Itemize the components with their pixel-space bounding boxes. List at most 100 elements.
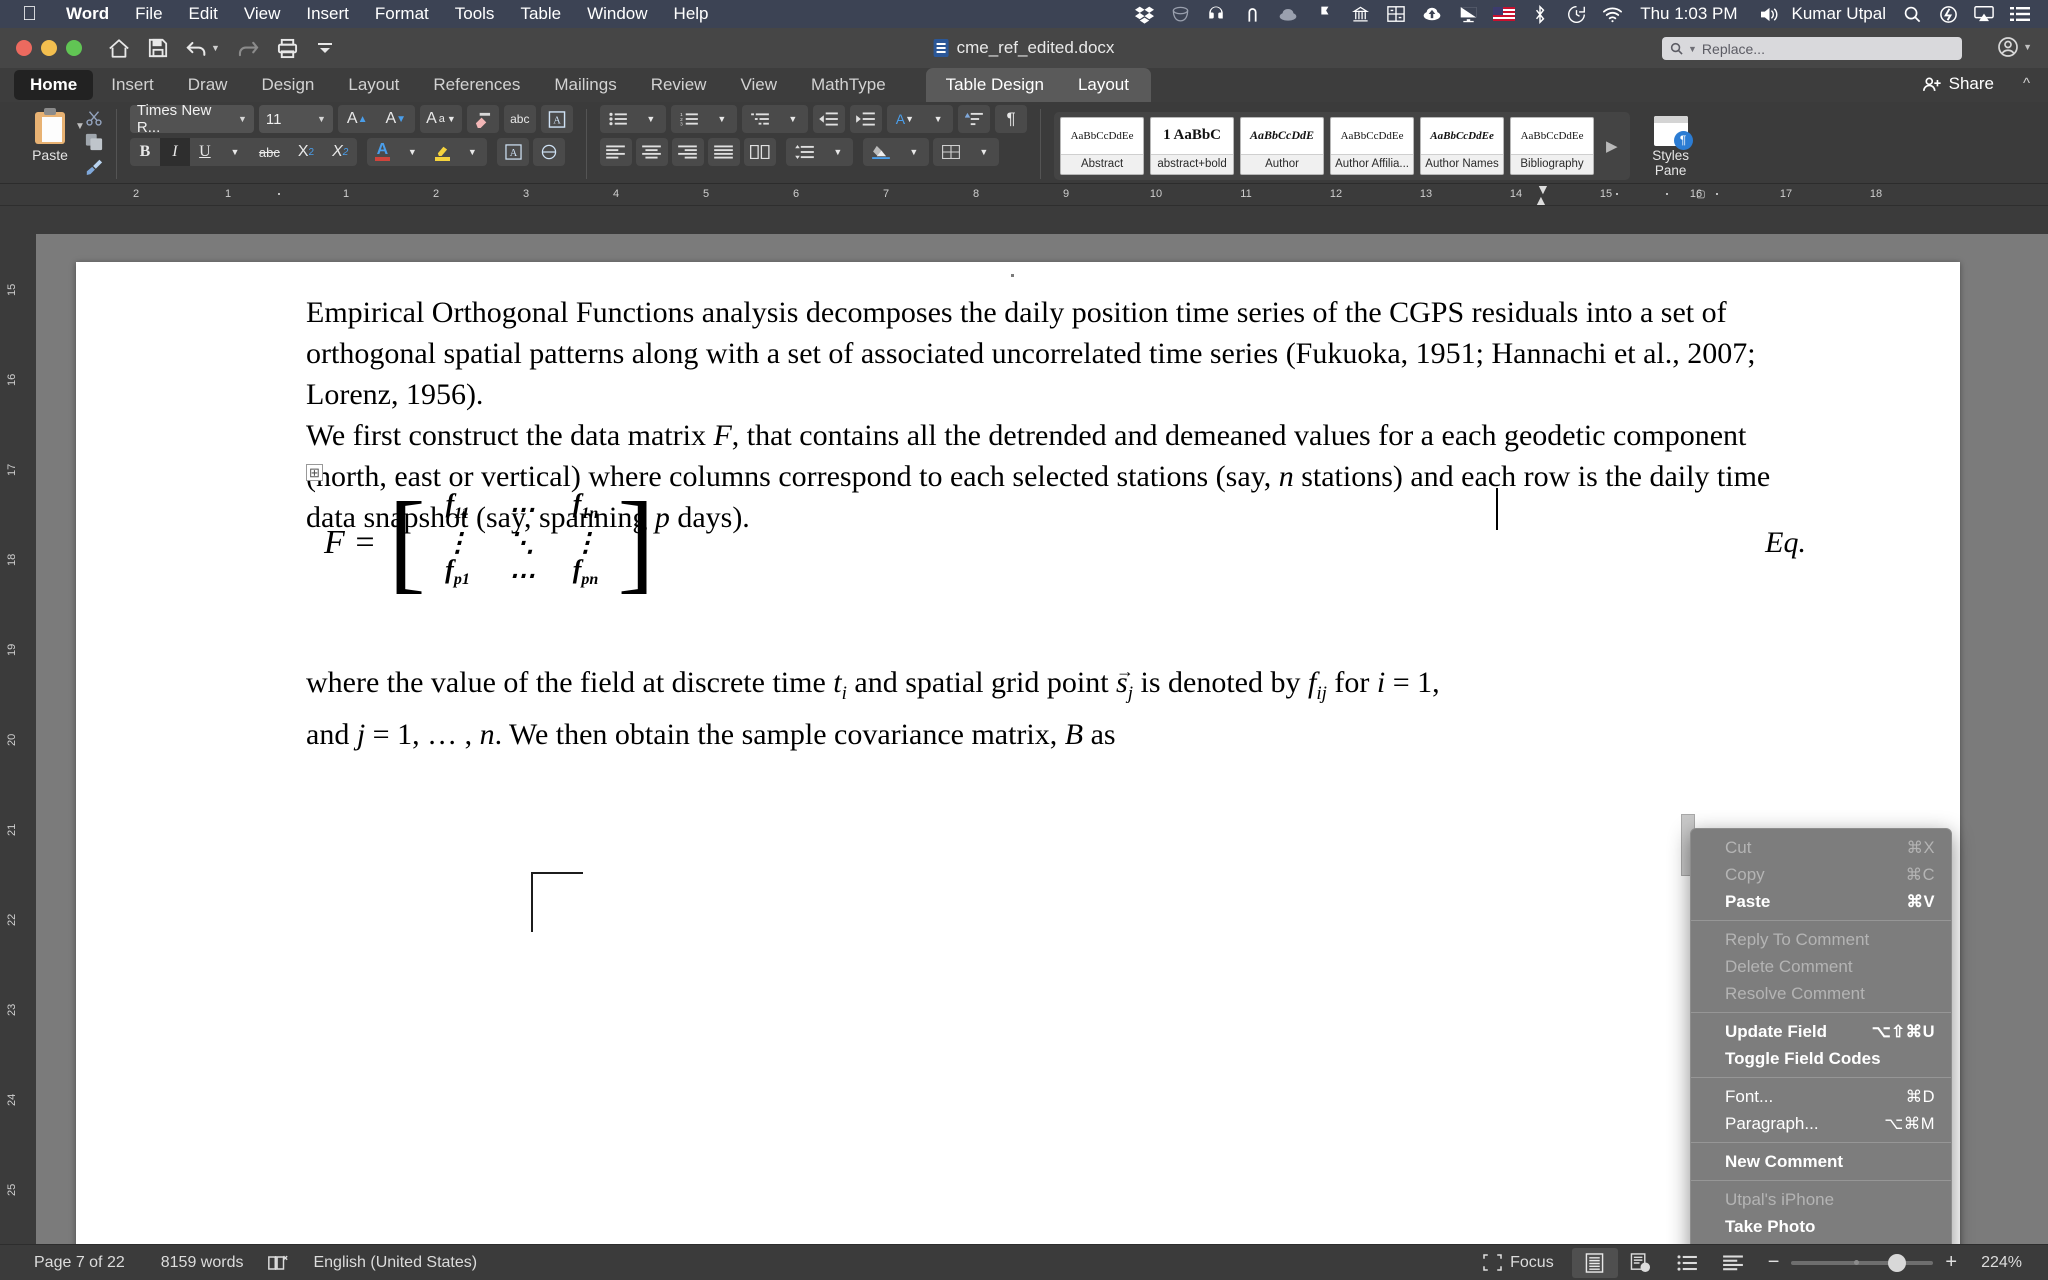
undo-icon[interactable]: ▼ (186, 39, 220, 58)
menu-item-update-field[interactable]: Update Field ⌥⇧⌘U (1691, 1018, 1951, 1045)
tab-draw[interactable]: Draw (172, 70, 244, 100)
search-input[interactable]: ▼ Replace... (1662, 37, 1962, 60)
numbering-dropdown-icon[interactable]: ▼ (707, 105, 737, 133)
format-painter-icon[interactable] (85, 157, 103, 178)
align-center-icon[interactable] (636, 138, 668, 166)
upload-cloud-icon[interactable] (1414, 0, 1450, 28)
style-author-affiliation[interactable]: AaBbCcDdEe Author Affilia... (1330, 117, 1414, 175)
window-split-icon[interactable] (1378, 0, 1414, 28)
wifi-icon[interactable] (1594, 0, 1630, 28)
columns-icon[interactable] (744, 138, 776, 166)
tab-insert[interactable]: Insert (95, 70, 170, 100)
pilcrow-icon[interactable]: ¶ (995, 105, 1027, 133)
menu-item-scan-documents[interactable]: Scan Documents (1691, 1240, 1951, 1244)
tab-mailings[interactable]: Mailings (538, 70, 632, 100)
home-icon[interactable] (108, 38, 130, 59)
text-effects-icon[interactable]: A (541, 105, 573, 133)
vertical-ruler[interactable]: 15 16 17 18 19 20 21 22 23 24 25 (0, 234, 36, 1244)
menu-tools[interactable]: Tools (442, 4, 508, 24)
borders-dropdown-icon[interactable]: ▼ (969, 138, 999, 166)
proofing-errors-icon[interactable] (261, 1254, 295, 1272)
draft-view-icon[interactable] (1710, 1248, 1756, 1278)
menu-item-copy[interactable]: Copy ⌘C (1691, 861, 1951, 888)
menu-item-reply-to-comment[interactable]: Reply To Comment (1691, 926, 1951, 953)
tab-table-layout[interactable]: Layout (1062, 70, 1145, 100)
menu-window[interactable]: Window (574, 4, 660, 24)
search-icon[interactable] (1894, 0, 1930, 28)
abc-icon[interactable]: abc (504, 105, 536, 133)
styles-pane-button[interactable]: ¶ Styles Pane (1638, 114, 1704, 178)
control-center-icon[interactable] (2002, 0, 2038, 28)
highlight-icon[interactable] (427, 138, 457, 166)
menu-item-delete-comment[interactable]: Delete Comment (1691, 953, 1951, 980)
italic-button[interactable]: I (160, 138, 190, 166)
tab-view[interactable]: View (724, 70, 793, 100)
tab-review[interactable]: Review (635, 70, 723, 100)
menu-bar-clock[interactable]: Thu 1:03 PM (1630, 4, 1751, 24)
borders-icon[interactable] (933, 138, 969, 166)
justify-icon[interactable] (708, 138, 740, 166)
bullets-icon[interactable] (600, 105, 636, 133)
share-button[interactable]: Share (1922, 74, 1994, 94)
menu-edit[interactable]: Edit (176, 4, 231, 24)
tab-home[interactable]: Home (14, 70, 93, 100)
print-layout-icon[interactable] (1572, 1248, 1618, 1278)
tab-mathtype[interactable]: MathType (795, 70, 902, 100)
maximize-button[interactable] (66, 40, 82, 56)
shading-icon[interactable] (863, 138, 899, 166)
underline-dropdown-icon[interactable]: ▼ (220, 138, 250, 166)
bucket-icon[interactable] (1162, 0, 1198, 28)
sort-text-icon[interactable]: A▼ (887, 105, 923, 133)
tab-table-design[interactable]: Table Design (930, 70, 1060, 100)
multilevel-dropdown-icon[interactable]: ▼ (778, 105, 808, 133)
tab-references[interactable]: References (417, 70, 536, 100)
align-left-icon[interactable] (600, 138, 632, 166)
web-layout-icon[interactable] (1618, 1248, 1664, 1278)
account-icon[interactable]: ▼ (1997, 36, 2032, 58)
chevron-up-icon[interactable]: ^ (2023, 75, 2030, 92)
scissors-icon[interactable] (85, 109, 103, 130)
bold-button[interactable]: B (130, 138, 160, 166)
time-machine-icon[interactable] (1558, 0, 1594, 28)
menu-table[interactable]: Table (507, 4, 574, 24)
change-case-icon[interactable]: Aa▼ (420, 105, 462, 133)
shading-dropdown-icon[interactable]: ▼ (899, 138, 929, 166)
bank-icon[interactable] (1342, 0, 1378, 28)
word-count[interactable]: 8159 words (143, 1254, 262, 1272)
subscript-button[interactable]: X2 (289, 138, 323, 166)
highlight-dropdown-icon[interactable]: ▼ (457, 138, 487, 166)
zoom-out-button[interactable]: − (1768, 1251, 1780, 1274)
character-border-icon[interactable]: A (497, 138, 529, 166)
close-button[interactable] (16, 40, 32, 56)
style-author-names[interactable]: AaBbCcDdEe Author Names (1420, 117, 1504, 175)
numbering-icon[interactable]: 123 (671, 105, 707, 133)
strikethrough-button[interactable]: abc (250, 138, 289, 166)
sort-text-dropdown-icon[interactable]: ▼ (923, 105, 953, 133)
indent-marker-bottom-icon[interactable]: ▲ (1534, 192, 1548, 208)
zoom-in-button[interactable]: + (1945, 1251, 1957, 1274)
outline-view-icon[interactable] (1664, 1248, 1710, 1278)
screen-share-icon[interactable] (1450, 0, 1486, 28)
menu-format[interactable]: Format (362, 4, 442, 24)
menu-help[interactable]: Help (661, 4, 722, 24)
multilevel-list-icon[interactable] (742, 105, 778, 133)
cloud-icon[interactable] (1270, 0, 1306, 28)
magnet-icon[interactable] (1234, 0, 1270, 28)
menu-item-take-photo[interactable]: Take Photo (1691, 1213, 1951, 1240)
align-right-icon[interactable] (672, 138, 704, 166)
menu-item-toggle-field-codes[interactable]: Toggle Field Codes (1691, 1045, 1951, 1072)
font-color-dropdown-icon[interactable]: ▼ (397, 138, 427, 166)
zoom-slider-knob[interactable] (1888, 1254, 1906, 1272)
style-bibliography[interactable]: AaBbCcDdEe Bibliography (1510, 117, 1594, 175)
bluetooth-icon[interactable] (1522, 0, 1558, 28)
document-text-body[interactable]: Empirical Orthogonal Functions analysis … (306, 292, 1810, 538)
horizontal-ruler[interactable]: 2 1 1 2 3 4 5 6 7 8 9 10 11 12 13 14 15 … (0, 184, 2048, 206)
font-color-icon[interactable]: A (367, 138, 397, 166)
font-size-combobox[interactable]: 11 ▼ (259, 105, 333, 133)
menu-item-font[interactable]: Font... ⌘D (1691, 1083, 1951, 1110)
menu-file[interactable]: File (122, 4, 175, 24)
equation-row[interactable]: F = [ f11 ⋯ f1n ⋮ ⋱ ⋮ fp1 ⋯ fpn (306, 492, 1810, 592)
increase-indent-icon[interactable] (850, 105, 882, 133)
clear-formatting-icon[interactable] (467, 105, 499, 133)
paste-dropdown-icon[interactable]: ▼ (75, 121, 85, 132)
